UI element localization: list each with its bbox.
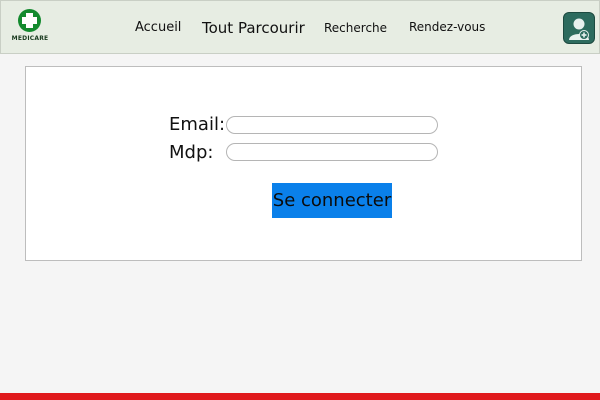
top-navbar: MEDICARE Accueil Tout Parcourir Recherch… xyxy=(0,0,600,54)
logo-text: MEDICARE xyxy=(11,35,49,42)
nav-link-recherche[interactable]: Recherche xyxy=(324,21,387,35)
nav-link-rendez-vous[interactable]: Rendez-vous xyxy=(409,20,485,34)
email-field[interactable] xyxy=(226,116,438,134)
password-label: Mdp: xyxy=(169,142,214,163)
footer-bar xyxy=(0,393,600,400)
login-form-card: Email: Mdp: Se connecter xyxy=(25,66,582,261)
password-field[interactable] xyxy=(226,143,438,161)
nav-link-tout-parcourir[interactable]: Tout Parcourir xyxy=(202,19,305,37)
user-plus-icon xyxy=(569,18,589,40)
nav-link-accueil[interactable]: Accueil xyxy=(135,20,181,35)
user-account-button[interactable] xyxy=(563,12,595,44)
login-button[interactable]: Se connecter xyxy=(272,183,392,218)
medicare-logo[interactable]: MEDICARE xyxy=(10,9,50,47)
email-label: Email: xyxy=(169,114,226,135)
medical-cross-icon xyxy=(18,9,41,32)
